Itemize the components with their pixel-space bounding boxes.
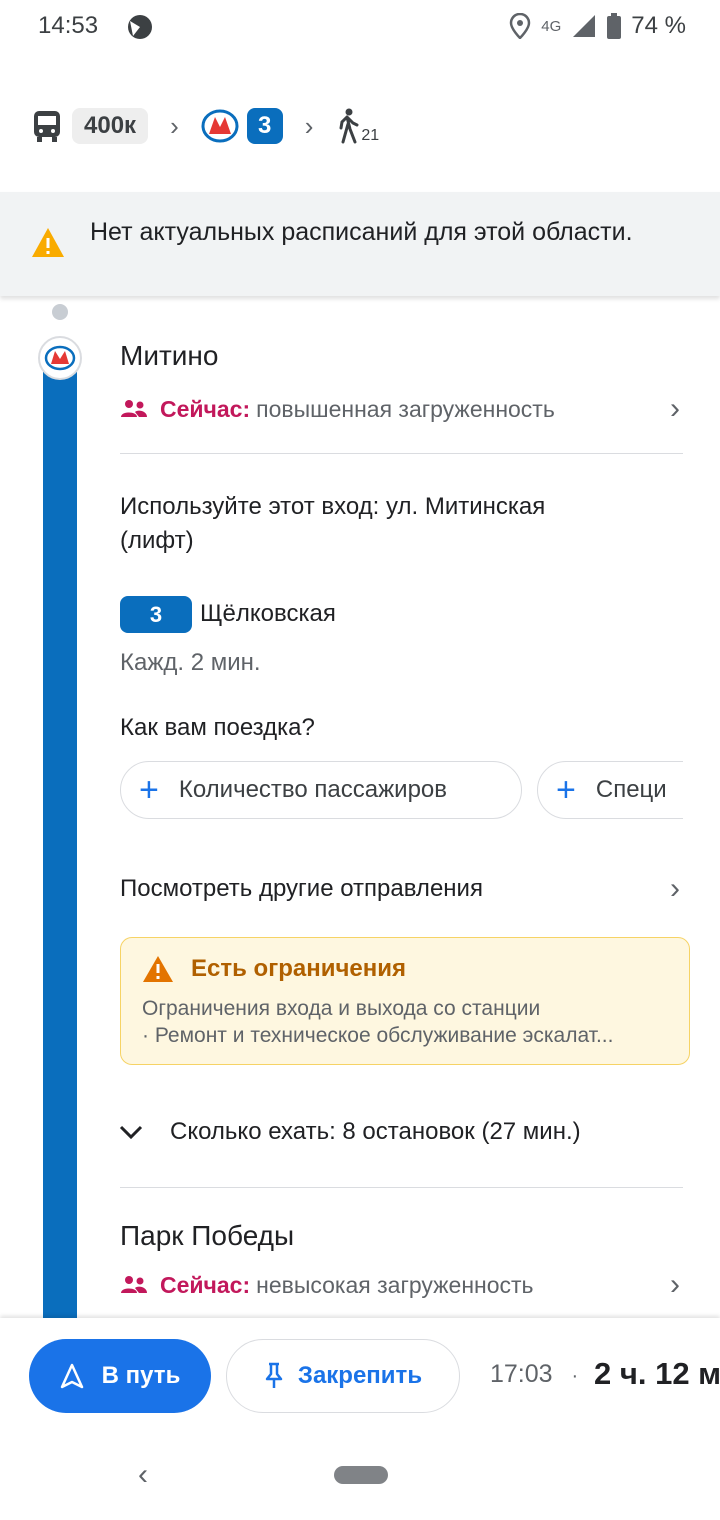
plus-icon: +: [139, 771, 159, 809]
crowd-level: невысокая загруженность: [256, 1271, 534, 1298]
arrival-time: 17:03 ·: [490, 1360, 578, 1389]
chip-label: Количество пассажиров: [178, 776, 448, 803]
pin-icon: [265, 1362, 283, 1388]
navigation-arrow-icon: [60, 1363, 83, 1389]
metro-line-timeline: [43, 356, 77, 1320]
feedback-chip-special[interactable]: + Специ: [537, 761, 683, 819]
feedback-chip-passengers[interactable]: + Количество пассажиров: [120, 761, 522, 819]
bus-icon: [34, 111, 60, 142]
metro-station-icon: [38, 336, 82, 380]
station-name-end[interactable]: Парк Победы: [120, 1220, 294, 1252]
divider: [120, 1187, 683, 1188]
chevron-right-icon: ›: [670, 1268, 680, 1301]
status-time: 14:53: [38, 12, 99, 39]
crowd-now-label: Сейчас:: [160, 1271, 251, 1298]
warning-icon: [142, 955, 174, 988]
ride-summary: Сколько ехать: 8 остановок (27 мин.): [170, 1118, 581, 1145]
chevron-down-icon: [119, 1125, 143, 1140]
start-navigation-button[interactable]: В путь: [29, 1339, 211, 1413]
trip-duration: 2 ч. 12 м: [594, 1356, 720, 1391]
separator-dot: ·: [571, 1365, 579, 1387]
home-nav-pill[interactable]: [334, 1466, 388, 1484]
warning-icon: [30, 226, 66, 265]
ride-summary-toggle[interactable]: Сколько ехать: 8 остановок (27 мин.): [118, 1118, 581, 1146]
other-departures-label: Посмотреть другие отправления: [120, 875, 483, 902]
back-nav-icon[interactable]: ‹: [138, 1458, 148, 1492]
timeline-dot: [52, 304, 68, 320]
crowd-info-end[interactable]: Сейчас: невысокая загруженность ›: [120, 1268, 680, 1302]
arrival-time-value: 17:03: [490, 1360, 553, 1388]
chevron-right-icon: ›: [670, 872, 680, 905]
other-departures-link[interactable]: Посмотреть другие отправления ›: [120, 872, 680, 906]
pin-label: Закрепить: [297, 1362, 423, 1389]
plus-icon: +: [556, 771, 576, 809]
restrictions-title: Есть ограничения: [191, 955, 406, 982]
restrictions-line-2: · Ремонт и техническое обслуживание эска…: [142, 1024, 614, 1047]
people-icon: [121, 1276, 147, 1293]
chip-label: Специ: [595, 776, 667, 803]
restrictions-line-1: Ограничения входа и выхода со станции: [142, 997, 541, 1020]
start-navigation-label: В путь: [101, 1362, 181, 1389]
pin-button[interactable]: Закрепить: [226, 1339, 460, 1413]
